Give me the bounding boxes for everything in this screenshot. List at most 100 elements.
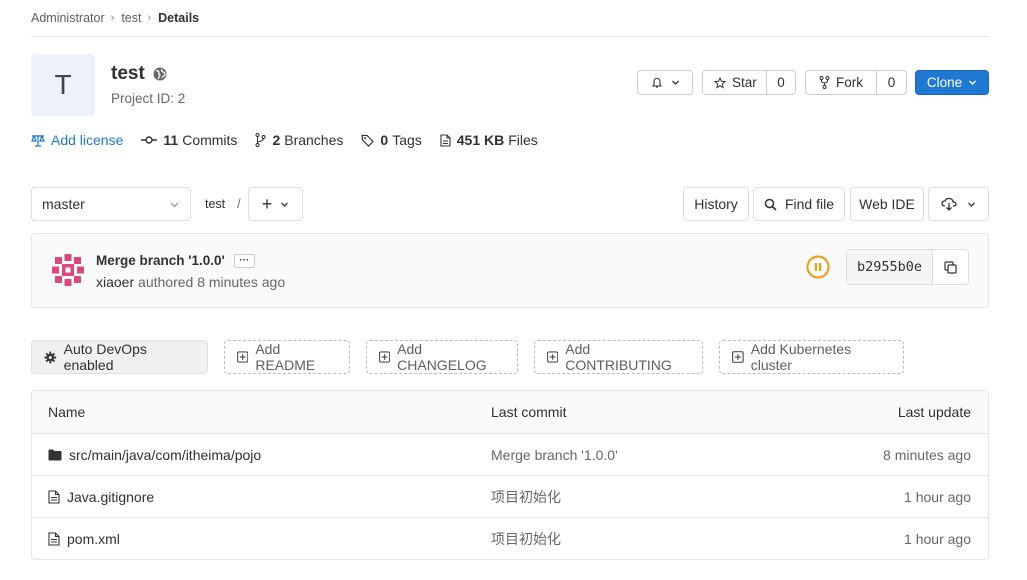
star-count[interactable]: 0 <box>766 71 795 94</box>
find-file-label: Find file <box>784 196 835 212</box>
toggle-description-button[interactable]: ··· <box>233 253 255 268</box>
notification-dropdown-button[interactable] <box>637 70 693 95</box>
fork-label: Fork <box>836 75 863 90</box>
web-ide-button[interactable]: Web IDE <box>850 187 924 221</box>
chevron-right-icon: › <box>110 12 115 24</box>
chevron-down-icon <box>671 80 679 85</box>
file-icon <box>440 133 451 147</box>
file-last-commit-link[interactable]: Merge branch '1.0.0' <box>491 447 791 463</box>
files-label: Files <box>508 132 538 148</box>
globe-icon <box>153 67 167 81</box>
file-last-commit-link[interactable]: 项目初始化 <box>491 529 791 549</box>
plus-icon: + <box>261 193 273 214</box>
pipeline-paused-icon[interactable] <box>806 255 830 279</box>
branch-name: master <box>42 196 85 212</box>
plus-square-icon <box>547 351 559 363</box>
table-header-row: Name Last commit Last update <box>32 391 988 433</box>
file-name-link[interactable]: Java.gitignore <box>67 489 154 505</box>
star-icon <box>714 76 726 89</box>
folder-icon <box>48 449 62 460</box>
commit-author-link[interactable]: xiaoer <box>96 274 134 290</box>
commit-sha[interactable]: b2955b0e <box>847 250 933 284</box>
fork-count[interactable]: 0 <box>876 71 906 94</box>
breadcrumb: Administrator › test › Details <box>31 0 989 37</box>
file-last-update: 1 hour ago <box>904 488 971 505</box>
scale-icon <box>31 133 45 147</box>
breadcrumb-item-administrator[interactable]: Administrator <box>31 11 105 25</box>
add-changelog-label: Add CHANGELOG <box>397 341 487 373</box>
clone-button[interactable]: Clone <box>915 70 989 95</box>
chevron-right-icon: › <box>147 12 152 24</box>
add-changelog-button[interactable]: Add CHANGELOG <box>366 340 518 374</box>
auto-devops-button[interactable]: Auto DevOps enabled <box>31 340 208 374</box>
chevron-down-icon <box>281 202 289 207</box>
chevron-down-icon <box>968 202 975 207</box>
tags-link[interactable]: 0 Tags <box>361 132 422 148</box>
history-button[interactable]: History <box>683 187 749 221</box>
add-readme-label: Add README <box>255 341 316 373</box>
author-avatar[interactable] <box>49 251 87 289</box>
fork-button-group: Fork 0 <box>805 70 907 95</box>
commits-count: 11 <box>163 132 179 148</box>
table-row[interactable]: src/main/java/com/itheima/pojo Merge bra… <box>32 433 988 475</box>
add-kubernetes-cluster-button[interactable]: Add Kubernetes cluster <box>719 340 904 374</box>
commits-link[interactable]: 11 Commits <box>141 132 237 148</box>
column-header-name: Name <box>48 404 86 420</box>
file-name-cell: src/main/java/com/itheima/pojo <box>32 447 491 463</box>
copy-icon <box>944 260 957 274</box>
plus-square-icon <box>237 351 249 363</box>
star-button-group: Star 0 <box>702 70 796 95</box>
commit-authored-time: authored 8 minutes ago <box>138 274 286 290</box>
file-icon <box>48 531 60 546</box>
file-last-update: 1 hour ago <box>904 530 971 547</box>
fork-button[interactable]: Fork <box>806 71 876 94</box>
add-license-link[interactable]: Add license <box>31 132 123 148</box>
project-avatar: T <box>31 54 95 116</box>
commits-label: Commits <box>182 132 238 148</box>
file-icon <box>48 489 60 504</box>
project-stats: Add license 11 Commits 2 Branches 0 Tags… <box>31 132 556 148</box>
add-license-label: Add license <box>51 132 124 148</box>
files-size: 451 KB <box>456 132 505 148</box>
commit-title-link[interactable]: Merge branch '1.0.0' <box>96 253 225 268</box>
copy-sha-button[interactable] <box>932 250 968 284</box>
cloud-download-icon <box>941 197 957 211</box>
column-header-last-update: Last update <box>897 404 971 420</box>
fork-icon <box>819 76 830 89</box>
find-file-button[interactable]: Find file <box>753 187 845 221</box>
star-button[interactable]: Star <box>703 71 766 94</box>
project-name: test <box>111 63 145 84</box>
gear-icon <box>44 351 57 363</box>
download-dropdown-button[interactable] <box>928 187 989 221</box>
branches-link[interactable]: 2 Branches <box>255 132 343 148</box>
plus-square-icon <box>732 351 744 363</box>
file-name-cell: pom.xml <box>32 531 491 547</box>
file-tree-table: Name Last commit Last update src/main/ja… <box>31 390 989 560</box>
clone-label: Clone <box>926 75 963 90</box>
branches-label: Branches <box>284 132 344 148</box>
branch-icon <box>255 133 266 147</box>
add-to-tree-button[interactable]: + <box>248 187 303 221</box>
file-last-commit-link[interactable]: 项目初始化 <box>491 487 791 507</box>
branch-selector[interactable]: master <box>31 187 191 221</box>
add-contributing-button[interactable]: Add CONTRIBUTING <box>534 340 703 374</box>
file-name-link[interactable]: pom.xml <box>67 531 120 547</box>
tag-icon <box>361 134 375 147</box>
commit-icon <box>141 136 158 144</box>
add-kubernetes-label: Add Kubernetes cluster <box>750 341 852 373</box>
chevron-down-icon <box>170 202 179 207</box>
table-row[interactable]: Java.gitignore 项目初始化 1 hour ago <box>32 475 988 517</box>
breadcrumb-item-current[interactable]: Details <box>158 11 199 25</box>
breadcrumb-item-test[interactable]: test <box>121 11 141 25</box>
plus-square-icon <box>379 351 391 363</box>
tags-count: 0 <box>380 132 389 148</box>
files-link[interactable]: 451 KB Files <box>440 132 538 148</box>
table-row[interactable]: pom.xml 项目初始化 1 hour ago <box>32 517 988 559</box>
column-header-last-commit: Last commit <box>491 404 567 420</box>
file-name-link[interactable]: src/main/java/com/itheima/pojo <box>69 447 261 463</box>
add-readme-button[interactable]: Add README <box>224 340 350 374</box>
commit-sha-group: b2955b0e <box>846 249 970 285</box>
repo-path-root[interactable]: test <box>205 197 225 211</box>
project-title: test <box>111 63 167 85</box>
repo-path: test / <box>205 197 241 211</box>
